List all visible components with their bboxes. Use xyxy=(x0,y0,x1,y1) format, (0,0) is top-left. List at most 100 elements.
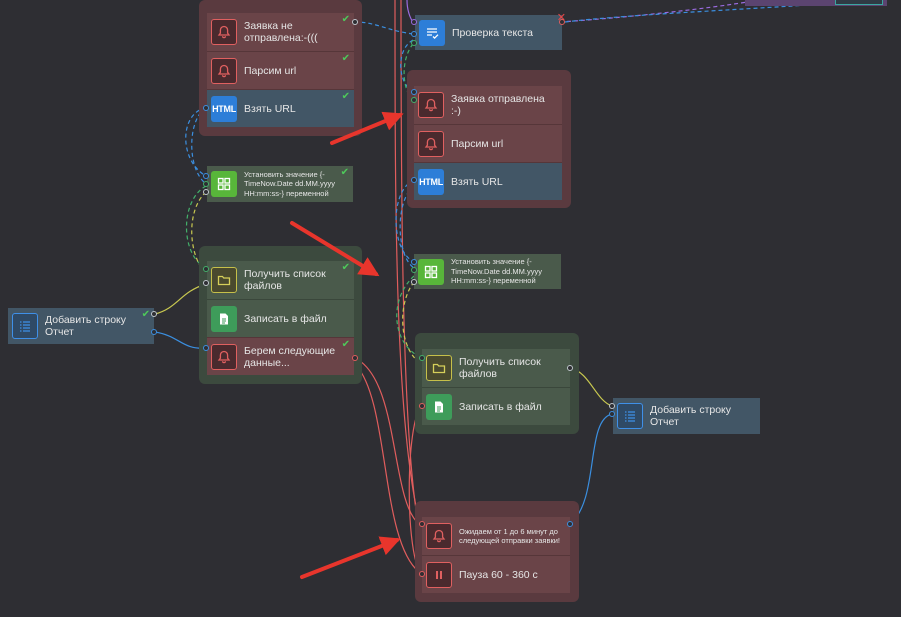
input-port[interactable] xyxy=(419,521,425,527)
html-icon: HTML xyxy=(418,168,444,195)
input-port[interactable] xyxy=(203,345,209,351)
node-label: Добавить строку Отчет xyxy=(650,404,732,428)
output-port[interactable] xyxy=(151,329,157,335)
input-port[interactable] xyxy=(411,97,417,103)
file-icon xyxy=(211,305,237,332)
node-right-parse-url[interactable]: Парсим url xyxy=(414,124,562,162)
html-icon-label: HTML xyxy=(419,176,443,187)
success-check-icon: ✔ xyxy=(340,167,349,178)
grid-icon xyxy=(211,171,237,197)
text-check-icon xyxy=(419,19,445,46)
node-label: Заявка не отправлена:-((( xyxy=(244,20,318,44)
node-label: Заявка отправлена :-) xyxy=(451,93,545,117)
html-icon: HTML xyxy=(211,95,237,122)
wire xyxy=(354,357,420,525)
node-right-set-value[interactable]: Установить значение {-TimeNow.Date dd.MM… xyxy=(414,254,561,289)
partial-node-field xyxy=(835,0,883,5)
input-port[interactable] xyxy=(203,181,209,187)
output-port[interactable] xyxy=(559,19,565,25)
success-check-icon: ✔ xyxy=(341,53,350,64)
node-label: Пауза 60 - 360 с xyxy=(459,568,538,581)
node-left-next-data[interactable]: Берем следующие данные... ✔ xyxy=(207,337,354,375)
input-port[interactable] xyxy=(419,355,425,361)
node-label: Записать в файл xyxy=(244,312,327,325)
node-label: Установить значение {-TimeNow.Date dd.MM… xyxy=(244,169,335,198)
success-check-icon: ✔ xyxy=(341,14,350,25)
partial-node-top-right[interactable] xyxy=(745,0,887,6)
success-check-icon: ✔ xyxy=(141,309,150,320)
grid-icon xyxy=(418,258,444,285)
node-label: Получить список файлов xyxy=(459,356,541,380)
input-port[interactable] xyxy=(203,173,209,179)
input-port[interactable] xyxy=(411,177,417,183)
list-icon xyxy=(617,403,643,429)
folder-icon xyxy=(426,355,452,381)
workflow-canvas[interactable]: Заявка не отправлена:-((( ✔ Парсим url ✔… xyxy=(0,0,901,617)
node-wait[interactable]: Ожидаем от 1 до 6 минут до следующей отп… xyxy=(422,517,570,555)
output-port[interactable] xyxy=(352,19,358,25)
node-label: Парсим url xyxy=(244,64,297,77)
node-label: Взять URL xyxy=(244,102,296,115)
wire xyxy=(355,21,414,35)
output-port[interactable] xyxy=(352,355,358,361)
input-port[interactable] xyxy=(203,266,209,272)
input-port[interactable] xyxy=(203,189,209,195)
node-right-take-url[interactable]: HTML Взять URL xyxy=(414,162,562,200)
node-left-parse-url[interactable]: Парсим url ✔ xyxy=(207,51,354,89)
node-label: Получить список файлов xyxy=(244,268,326,292)
input-port[interactable] xyxy=(609,403,615,409)
node-left-add-row[interactable]: Добавить строку Отчет ✔ xyxy=(8,308,154,344)
node-left-not-sent[interactable]: Заявка не отправлена:-((( ✔ xyxy=(207,13,354,51)
list-icon xyxy=(12,313,38,339)
node-label: Установить значение {-TimeNow.Date dd.MM… xyxy=(451,257,542,286)
file-icon xyxy=(426,393,452,420)
output-port[interactable] xyxy=(609,411,615,417)
node-label: Добавить строку Отчет xyxy=(45,314,127,338)
bell-icon xyxy=(426,523,452,549)
input-port[interactable] xyxy=(411,31,417,37)
node-left-get-files[interactable]: Получить список файлов ✔ xyxy=(207,261,354,299)
input-port[interactable] xyxy=(203,105,209,111)
input-port[interactable] xyxy=(419,571,425,577)
output-port[interactable] xyxy=(567,521,573,527)
node-label: Ожидаем от 1 до 6 минут до следующей отп… xyxy=(459,526,561,546)
bell-icon xyxy=(418,92,444,118)
node-pause[interactable]: Пауза 60 - 360 с xyxy=(422,555,570,593)
bell-icon xyxy=(418,130,444,157)
node-right-write-file[interactable]: Записать в файл xyxy=(422,387,570,425)
success-check-icon: ✔ xyxy=(341,339,350,350)
node-right-get-files[interactable]: Получить список файлов xyxy=(422,349,570,387)
node-right-add-row[interactable]: Добавить строку Отчет xyxy=(613,398,760,434)
node-right-sent[interactable]: Заявка отправлена :-) xyxy=(414,86,562,124)
node-left-write-file[interactable]: Записать в файл xyxy=(207,299,354,337)
bell-icon xyxy=(211,343,237,370)
bell-icon xyxy=(211,19,237,45)
node-label: Проверка текста xyxy=(452,26,533,39)
bell-icon xyxy=(211,57,237,84)
node-label: Парсим url xyxy=(451,137,504,150)
node-left-set-value[interactable]: Установить значение {-TimeNow.Date dd.MM… xyxy=(207,166,353,202)
input-port[interactable] xyxy=(203,280,209,286)
node-check-text[interactable]: Проверка текста ✕ xyxy=(415,12,566,50)
input-port[interactable] xyxy=(411,40,417,46)
pause-icon xyxy=(426,561,452,588)
wire xyxy=(559,0,761,23)
input-port[interactable] xyxy=(411,279,417,285)
input-port[interactable] xyxy=(411,19,417,25)
output-port[interactable] xyxy=(151,311,157,317)
wire xyxy=(354,363,420,573)
output-port[interactable] xyxy=(567,365,573,371)
node-label: Берем следующие данные... xyxy=(244,344,336,369)
input-port[interactable] xyxy=(411,259,417,265)
html-icon-label: HTML xyxy=(212,103,236,114)
input-port[interactable] xyxy=(411,267,417,273)
success-check-icon: ✔ xyxy=(341,262,350,273)
input-port[interactable] xyxy=(411,89,417,95)
annotation-arrow-3 xyxy=(300,536,401,579)
node-label: Взять URL xyxy=(451,175,503,188)
folder-icon xyxy=(211,267,237,293)
node-label: Записать в файл xyxy=(459,400,542,413)
input-port[interactable] xyxy=(419,403,425,409)
node-left-take-url[interactable]: HTML Взять URL ✔ xyxy=(207,89,354,127)
success-check-icon: ✔ xyxy=(341,91,350,102)
